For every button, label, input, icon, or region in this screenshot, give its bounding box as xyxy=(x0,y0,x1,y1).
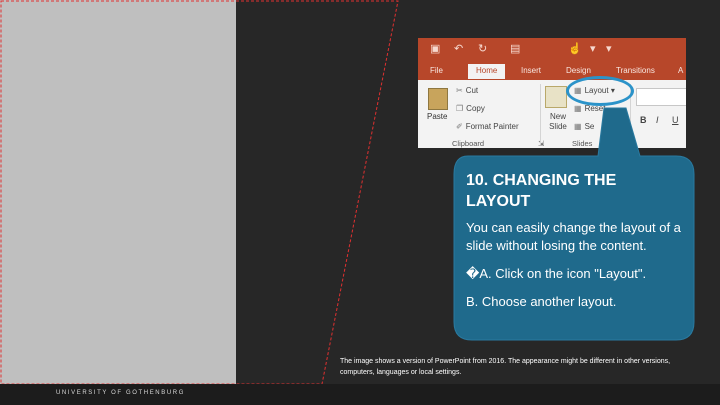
callout-title: 10. CHANGING THE LAYOUT xyxy=(466,172,617,210)
callout-step-a: �A. Click on the icon "Layout". xyxy=(466,266,647,281)
university-label: UNIVERSITY OF GOTHENBURG xyxy=(56,390,185,396)
callout-body: You can easily change the layout of a sl… xyxy=(466,220,681,253)
image-caption: The image shows a version of PowerPoint … xyxy=(340,358,671,376)
callout-content: 10. CHANGING THE LAYOUT You can easily c… xyxy=(466,170,681,311)
callout-step-b: B. Choose another layout. xyxy=(466,294,617,309)
